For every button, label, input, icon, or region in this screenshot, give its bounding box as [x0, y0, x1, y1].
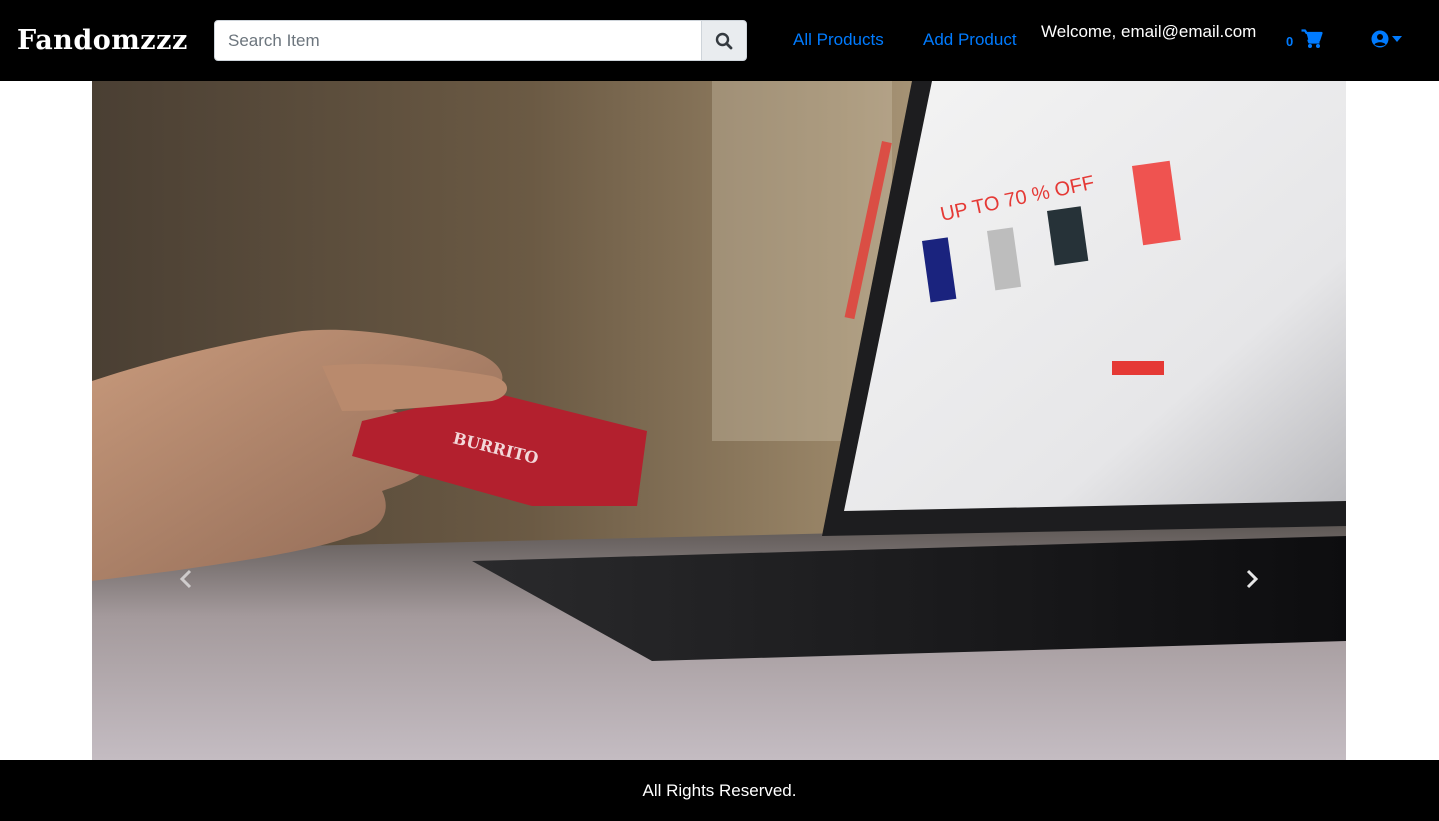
caret-down-icon	[1392, 36, 1402, 42]
brand-logo[interactable]: Fandomzzz	[17, 24, 188, 58]
cart-count: 0	[1286, 34, 1294, 49]
search-form	[214, 20, 747, 61]
chevron-left-icon	[179, 569, 192, 589]
hero-carousel: UP TO 70 % OFF BURRITO	[92, 81, 1346, 760]
welcome-text: Welcome, email@email.com	[1041, 22, 1257, 41]
shopping-cart-icon	[1301, 28, 1323, 48]
carousel-slide-image: UP TO 70 % OFF BURRITO	[92, 81, 1346, 760]
search-button[interactable]	[701, 20, 747, 61]
navbar: Fandomzzz All Products Add Product Welco…	[0, 0, 1439, 81]
carousel-next-button[interactable]	[1232, 559, 1272, 599]
chevron-right-icon	[1246, 569, 1259, 589]
search-input[interactable]	[214, 20, 702, 61]
nav-all-products[interactable]: All Products	[793, 29, 884, 51]
footer-copyright: All Rights Reserved.	[642, 781, 797, 800]
carousel-prev-button[interactable]	[166, 559, 206, 599]
footer: All Rights Reserved.	[0, 760, 1439, 821]
user-circle-icon	[1371, 30, 1389, 48]
search-icon	[715, 32, 733, 49]
cart-button[interactable]: 0	[1286, 28, 1323, 49]
nav-add-product[interactable]: Add Product	[923, 29, 1017, 51]
user-menu-dropdown[interactable]	[1371, 30, 1402, 48]
